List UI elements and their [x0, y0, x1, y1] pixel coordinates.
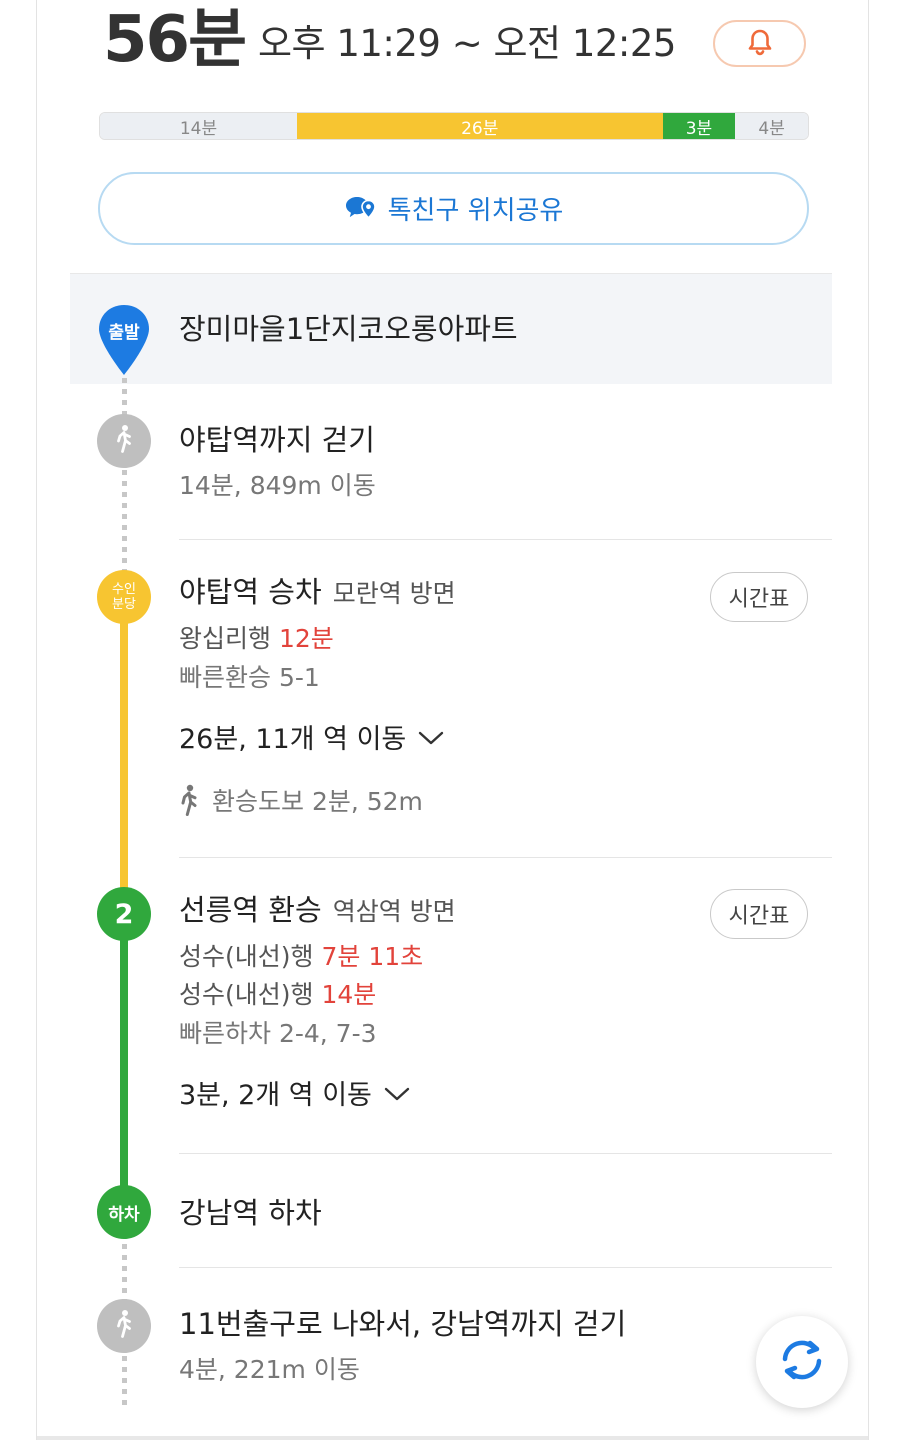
- alight-badge: 하차: [97, 1185, 151, 1239]
- share-location-label: 톡친구 위치공유: [387, 196, 564, 226]
- leg1-transfer-walk: 환승도보 2분, 52m: [176, 783, 423, 821]
- leg2-timetable-button[interactable]: 시간표: [710, 889, 808, 939]
- row-divider: [179, 539, 832, 540]
- row-divider: [179, 1153, 832, 1154]
- chevron-down-icon: [384, 1086, 410, 1106]
- ride-summary-label: 3분, 2개 역 이동: [179, 1080, 372, 1111]
- alight-badge-label: 하차: [108, 1204, 140, 1225]
- walking-person-icon: [111, 1309, 137, 1343]
- time-range: 오후 11:29 ~ 오전 12:25: [258, 22, 676, 65]
- walk-path-dots: [122, 1356, 127, 1406]
- duration-segment: 3분: [662, 113, 736, 139]
- line2-segment: [120, 920, 128, 1215]
- line2-badge: 2: [97, 887, 151, 941]
- walk-step-marker: [97, 1299, 151, 1353]
- walk2-detail: 4분, 221m 이동: [179, 1355, 360, 1384]
- line-badge-text: 수인: [112, 582, 136, 597]
- duration-segment: 4분: [735, 113, 808, 139]
- walk-path-dots: [122, 470, 127, 575]
- arrival-destination: 성수(내선)행: [179, 980, 314, 1009]
- start-badge-label: 출발: [108, 323, 140, 343]
- walk2-title: 11번출구로 나와서, 강남역까지 걷기: [179, 1307, 627, 1341]
- walking-person-icon: [111, 424, 137, 458]
- bottom-divider: [37, 1436, 868, 1440]
- suin-bundang-line-segment: [120, 600, 128, 916]
- leg2-station: 선릉역 환승: [179, 893, 322, 927]
- walk-path-dots: [122, 1244, 127, 1302]
- start-marker: 출발: [96, 303, 152, 377]
- row-divider: [179, 1267, 832, 1268]
- walk1-detail: 14분, 849m 이동: [179, 471, 376, 500]
- leg2-header: 선릉역 환승 역삼역 방면: [179, 892, 456, 928]
- alarm-button[interactable]: [713, 20, 806, 67]
- walk-path-dots: [122, 378, 127, 418]
- leg1-ride-summary-toggle[interactable]: 26분, 11개 역 이동: [179, 722, 444, 758]
- leg1-fast-transfer: 빠른환승 5-1: [179, 663, 320, 692]
- walk-step-marker: [97, 414, 151, 468]
- arrival-countdown: 12분: [278, 624, 334, 653]
- leg1-station: 야탑역 승차: [179, 575, 322, 609]
- walking-person-icon: [176, 783, 202, 821]
- share-location-button[interactable]: 톡친구 위치공유: [98, 172, 809, 245]
- line-badge-text: 분당: [112, 597, 136, 612]
- chevron-down-icon: [418, 730, 444, 750]
- start-place-name: 장미마을1단지코오롱아파트: [179, 312, 518, 346]
- arrival-countdown: 7분 11초: [321, 942, 424, 971]
- total-duration: 56분: [103, 3, 247, 77]
- leg2-arrival-2: 성수(내선)행 14분: [179, 979, 376, 1011]
- duration-segment: 26분: [296, 113, 663, 139]
- leg2-fast-exit: 빠른하차 2-4, 7-3: [179, 1019, 377, 1048]
- refresh-button[interactable]: [756, 1316, 848, 1408]
- bell-icon: [747, 28, 773, 60]
- transfer-walk-label: 환승도보 2분, 52m: [212, 787, 423, 816]
- kakao-location-icon: [344, 194, 378, 224]
- arrival-countdown: 14분: [321, 980, 377, 1009]
- leg1-timetable-button[interactable]: 시간표: [710, 572, 808, 622]
- line-badge-number: 2: [114, 898, 134, 930]
- leg1-arrival: 왕십리행 12분: [179, 623, 334, 655]
- suin-bundang-line-badge: 수인 분당: [97, 570, 151, 624]
- walk1-title: 야탑역까지 걷기: [179, 423, 375, 457]
- refresh-icon: [776, 1336, 828, 1388]
- arrival-destination: 성수(내선)행: [179, 942, 314, 971]
- ride-summary-label: 26분, 11개 역 이동: [179, 724, 407, 755]
- arrival-destination: 왕십리행: [179, 624, 272, 653]
- alight-station: 강남역 하차: [179, 1196, 322, 1230]
- duration-segment-bar: 14분 26분 3분 4분: [99, 112, 809, 140]
- leg2-ride-summary-toggle[interactable]: 3분, 2개 역 이동: [179, 1078, 410, 1114]
- leg1-direction: 모란역 방면: [332, 579, 456, 608]
- leg2-arrival-1: 성수(내선)행 7분 11초: [179, 941, 423, 973]
- leg2-direction: 역삼역 방면: [332, 897, 456, 926]
- leg1-header: 야탑역 승차 모란역 방면: [179, 574, 456, 610]
- row-divider: [179, 857, 832, 858]
- duration-segment: 14분: [100, 113, 297, 139]
